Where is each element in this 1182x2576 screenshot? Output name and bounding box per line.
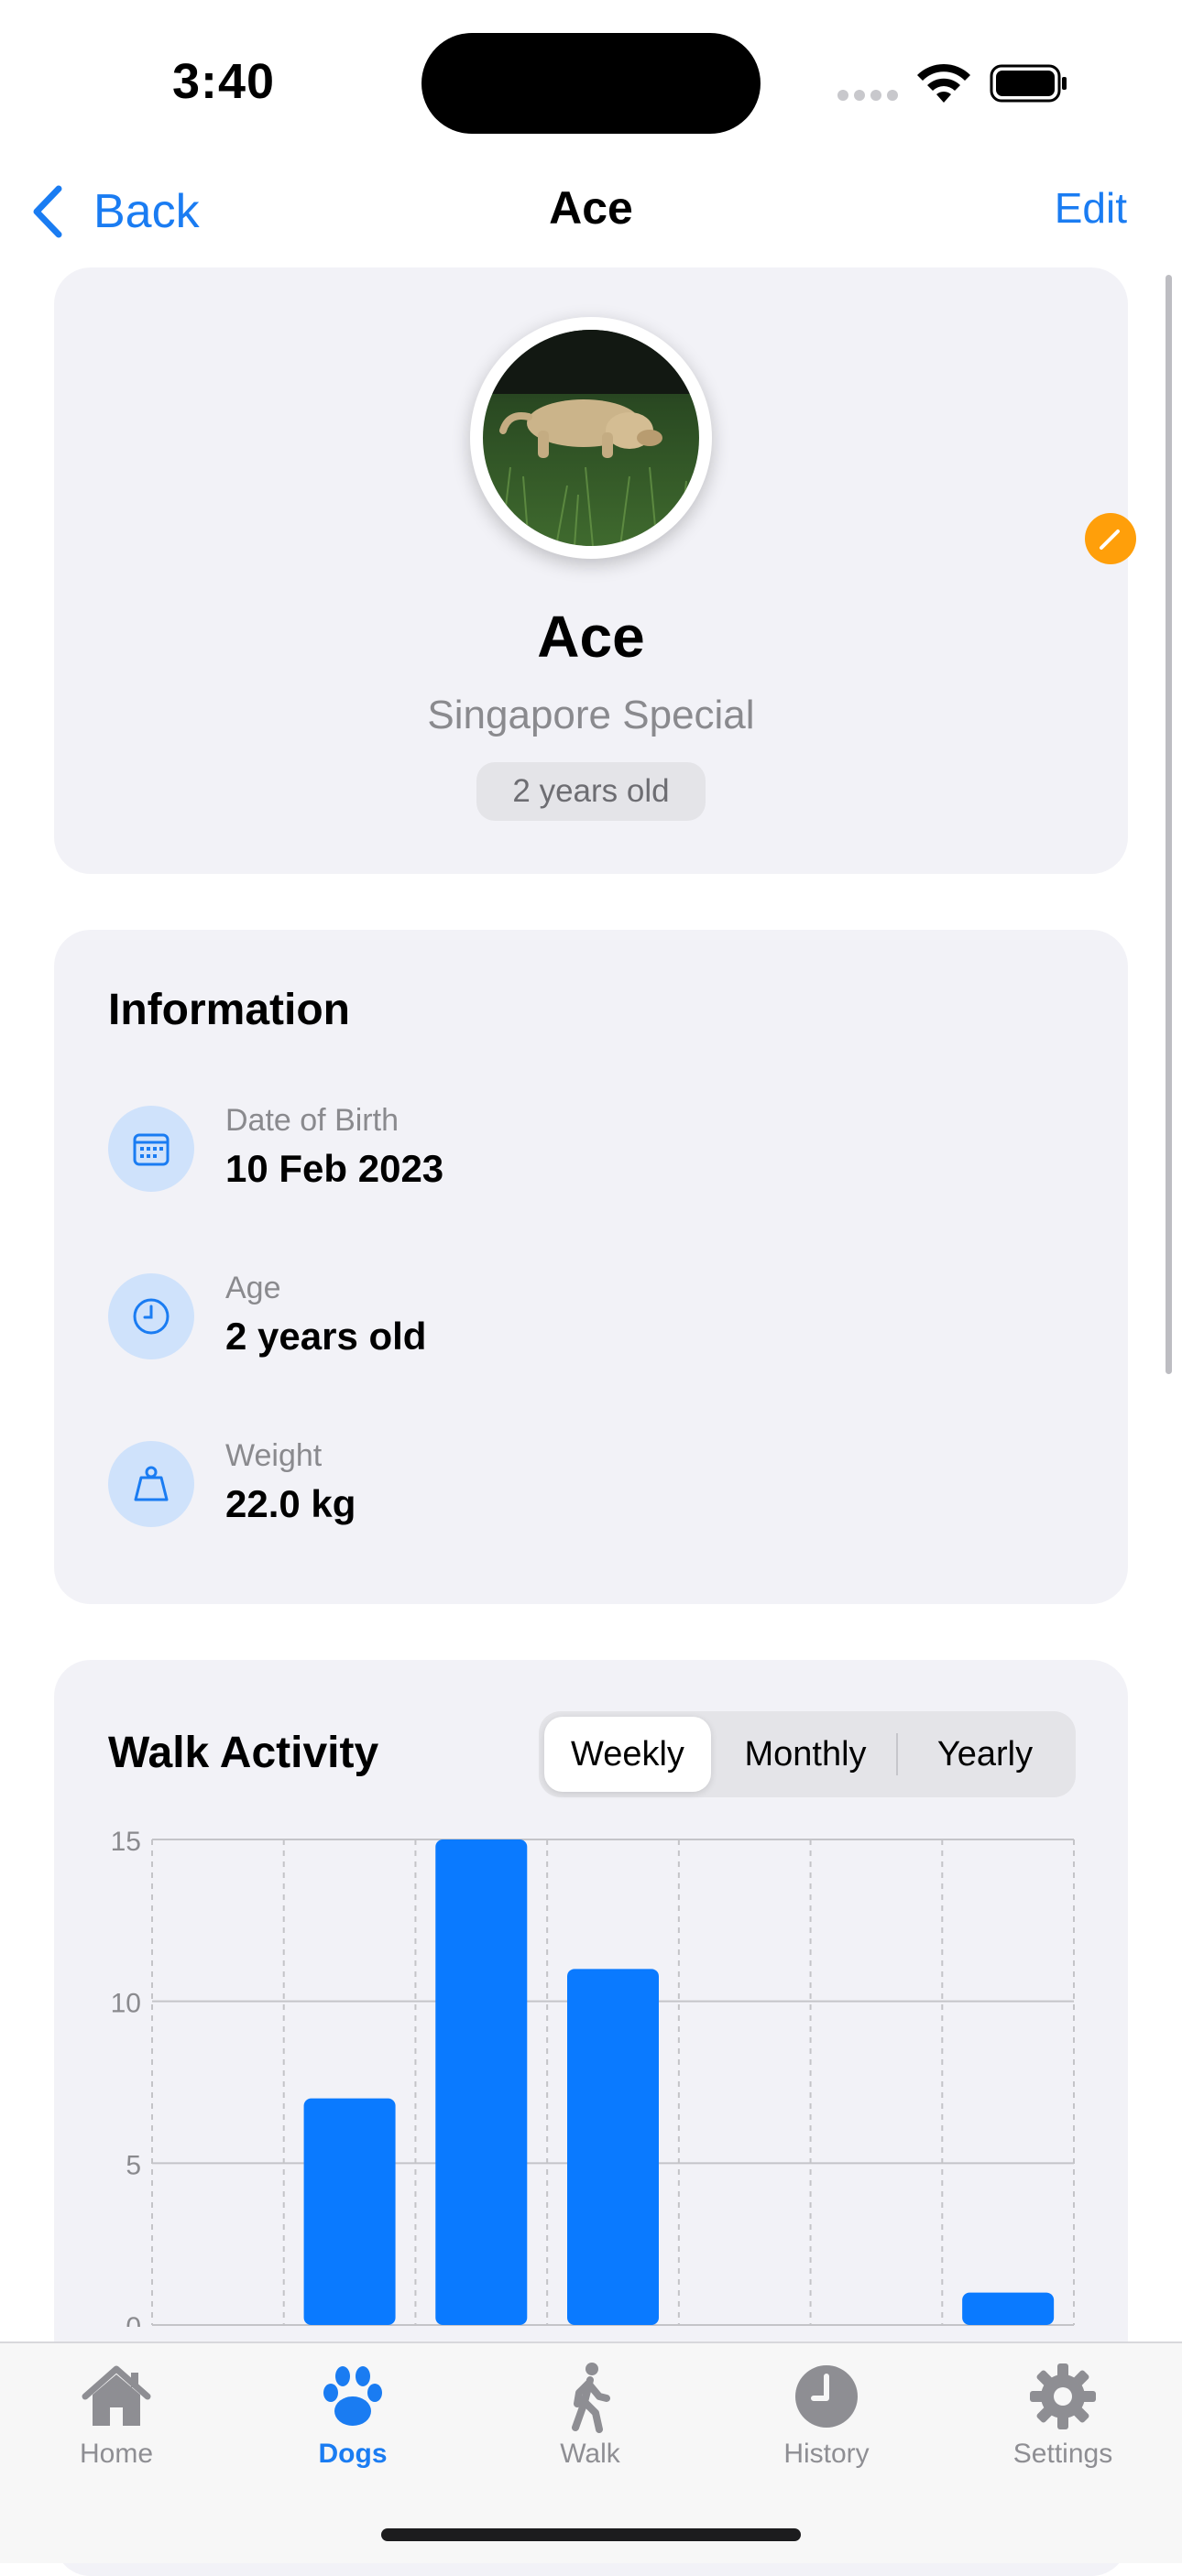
dynamic-island (421, 33, 761, 134)
tab-dogs-label: Dogs (318, 2439, 388, 2469)
info-value-age: 2 years old (225, 1315, 427, 1358)
age-badge: 2 years old (476, 762, 706, 821)
tab-settings-label: Settings (1012, 2439, 1113, 2469)
walking-person-icon (572, 2363, 610, 2433)
chart-y-tick-label: 10 (111, 1989, 141, 2019)
info-label-date-of-birth: Date of Birth (225, 1103, 399, 1138)
walk-activity-chart: 0 5 10 15 (111, 1827, 1075, 2327)
wifi-icon (917, 63, 970, 103)
dog-avatar[interactable] (483, 330, 699, 546)
clock-icon (795, 2365, 858, 2428)
paw-icon (323, 2366, 382, 2426)
clock-icon (108, 1273, 194, 1359)
home-indicator (381, 2528, 801, 2541)
dog-breed: Singapore Special (427, 693, 755, 737)
segment-yearly[interactable]: Yearly (900, 1717, 1070, 1792)
page-title: Ace (549, 182, 633, 234)
segment-monthly[interactable]: Monthly (718, 1717, 892, 1792)
edit-photo-badge[interactable] (1085, 513, 1136, 564)
walk-activity-title: Walk Activity (108, 1729, 379, 1777)
info-value-weight: 22.0 kg (225, 1482, 356, 1525)
period-segmented-control: Weekly Monthly Yearly (539, 1711, 1076, 1797)
chart-bar (567, 1969, 659, 2325)
info-label-age: Age (225, 1271, 281, 1305)
segment-weekly[interactable]: Weekly (544, 1717, 711, 1792)
chart-bar (962, 2292, 1055, 2325)
edit-button[interactable]: Edit (1055, 183, 1127, 233)
gear-icon (1030, 2363, 1096, 2429)
tab-history[interactable]: History (735, 2360, 918, 2470)
chart-bar (435, 1839, 528, 2325)
tab-history-label: History (783, 2439, 870, 2469)
tab-walk[interactable]: Walk (498, 2360, 682, 2470)
pencil-icon (1100, 529, 1120, 550)
weight-icon (108, 1441, 194, 1527)
segment-divider (896, 1733, 898, 1775)
house-icon (82, 2365, 151, 2426)
calendar-icon (108, 1106, 194, 1192)
tab-walk-label: Walk (560, 2439, 620, 2469)
tab-home[interactable]: Home (25, 2360, 208, 2470)
tab-home-label: Home (79, 2439, 154, 2469)
tab-dogs[interactable]: Dogs (261, 2360, 444, 2470)
cellular-signal-icon (837, 90, 898, 101)
chart-y-tick-label: 5 (126, 2150, 141, 2180)
chart-y-tick-label: 15 (111, 1827, 141, 1857)
info-label-weight: Weight (225, 1438, 323, 1473)
info-value-date-of-birth: 10 Feb 2023 (225, 1147, 444, 1190)
chart-bar (303, 2098, 396, 2325)
information-title: Information (108, 986, 350, 1034)
status-time: 3:40 (172, 54, 276, 109)
battery-icon (990, 64, 1067, 103)
tab-settings[interactable]: Settings (971, 2360, 1155, 2470)
dog-name: Ace (537, 604, 645, 670)
scrollbar[interactable] (1166, 275, 1172, 1374)
chart-y-tick-label: 0 (126, 2312, 141, 2327)
